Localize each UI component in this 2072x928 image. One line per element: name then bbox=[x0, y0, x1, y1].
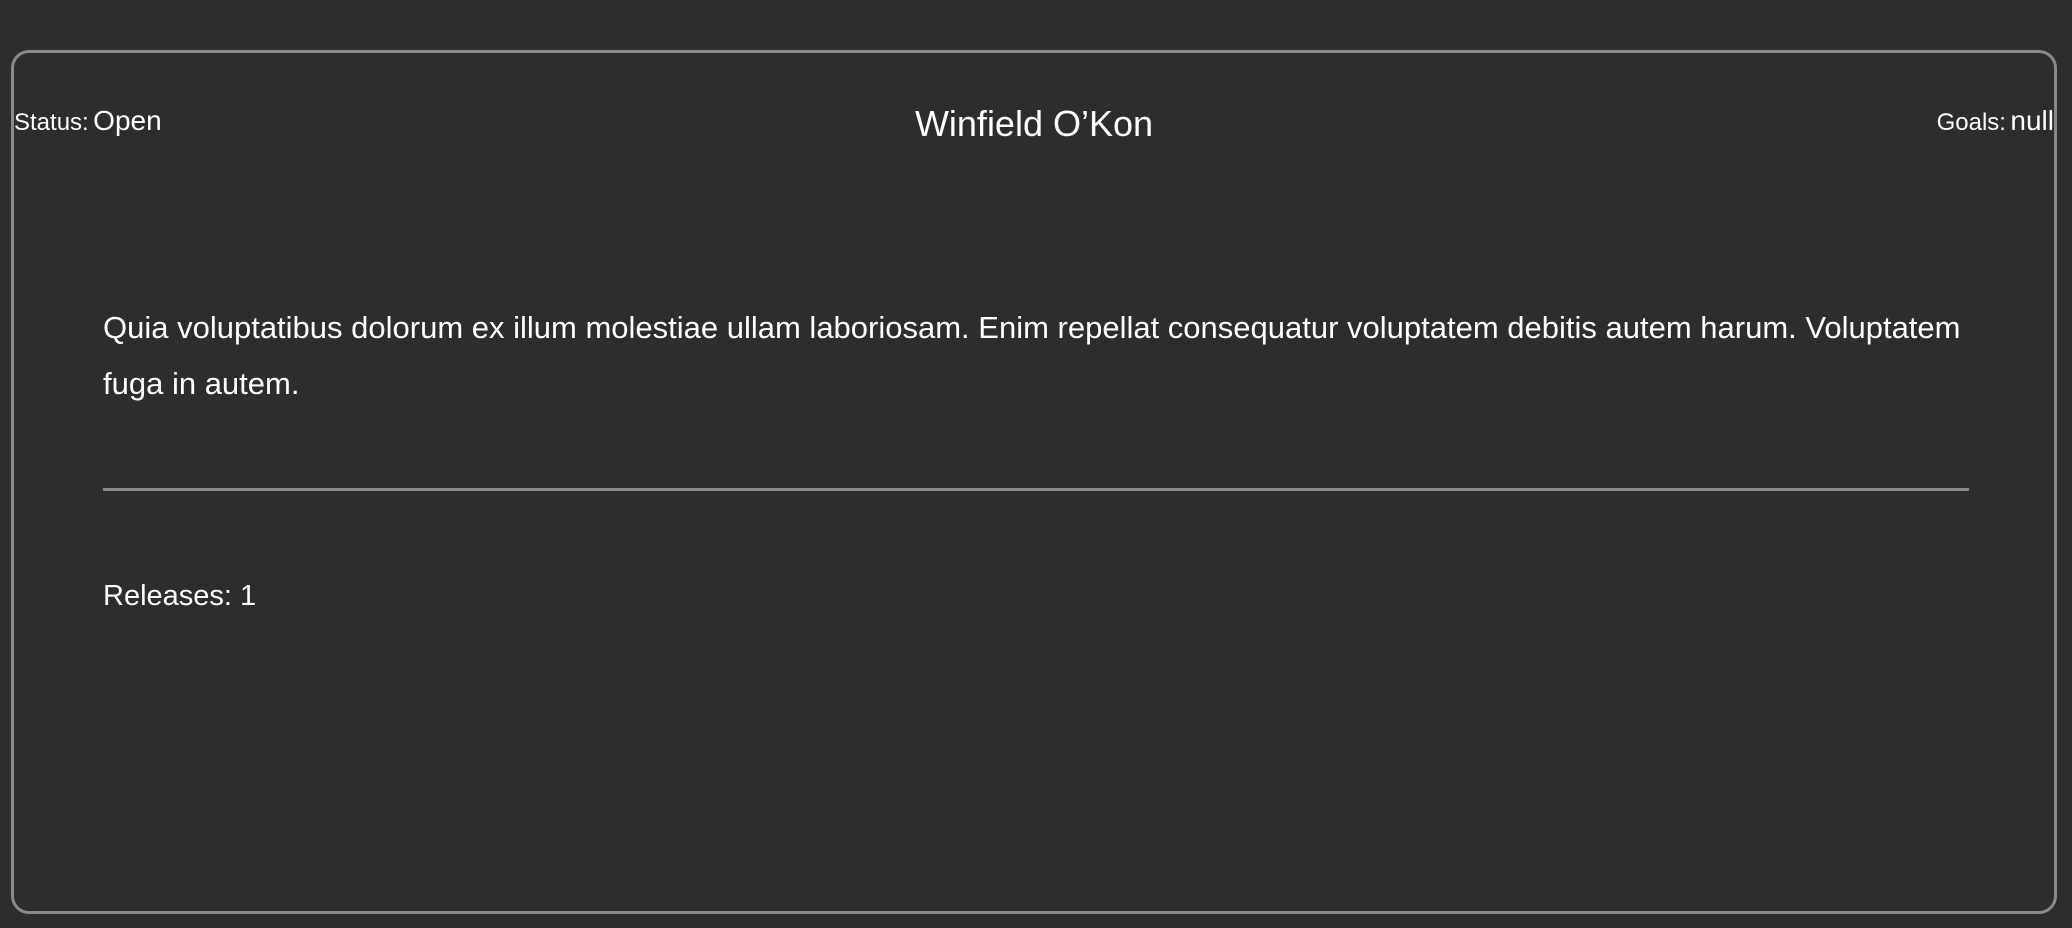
releases-field: Releases: 1 bbox=[103, 580, 256, 613]
releases-label: Releases: bbox=[103, 580, 232, 612]
goals-value: null bbox=[2010, 105, 2054, 136]
card-header bbox=[103, 88, 1969, 148]
item-card: Status: Open Winfield O’Kon Goals: null bbox=[11, 50, 2057, 914]
releases-value: 1 bbox=[240, 580, 257, 612]
card-description: Quia voluptatibus dolorum ex illum moles… bbox=[103, 310, 1961, 401]
divider bbox=[103, 488, 1969, 491]
